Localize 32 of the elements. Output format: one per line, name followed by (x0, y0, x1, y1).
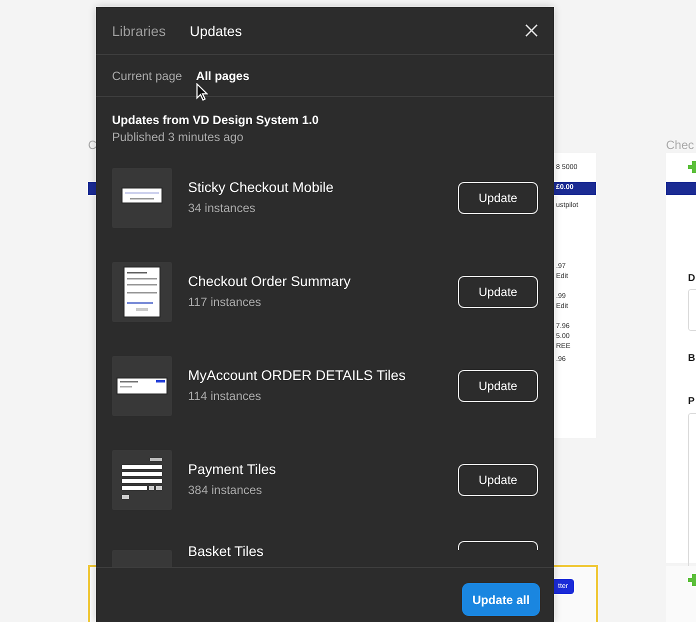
component-thumbnail (112, 262, 172, 322)
component-name: Basket Tiles (188, 543, 264, 559)
frame-title: C (88, 138, 97, 152)
component-name: Payment Tiles (188, 461, 277, 477)
instance-count: 114 instances (188, 389, 262, 403)
instance-count: 117 instances (188, 295, 262, 309)
frame-heading: B (688, 353, 696, 364)
cursor-icon (196, 83, 208, 101)
tab[interactable]: Updates (190, 22, 242, 38)
tab[interactable]: Current page (112, 68, 182, 82)
update-button[interactable] (458, 541, 538, 550)
update-button[interactable]: Update (458, 182, 538, 214)
component-thumbnail (112, 450, 172, 510)
tab[interactable]: All pages (196, 68, 250, 82)
frame-heading: D (688, 273, 696, 284)
frame-heading: P (688, 396, 695, 407)
instance-count: 384 instances (188, 483, 264, 497)
published-text: Published 3 minutes ago (112, 130, 244, 144)
component-name: Checkout Order Summary (188, 273, 352, 289)
close-icon[interactable] (525, 24, 538, 37)
update-button[interactable]: Update (458, 370, 538, 402)
component-name: Sticky Checkout Mobile (188, 179, 335, 195)
update-button[interactable]: Update (458, 276, 538, 308)
instance-count: 34 instances (188, 201, 256, 215)
component-thumbnail (112, 356, 172, 416)
frame-title: Chec (666, 138, 694, 152)
component-thumbnail (112, 168, 172, 228)
update-all-button[interactable]: Update all (462, 583, 540, 616)
tab[interactable]: Libraries (112, 22, 166, 38)
section-title: Updates from VD Design System 1.0 (112, 113, 320, 127)
update-button[interactable]: Update (458, 464, 538, 496)
component-name: MyAccount ORDER DETAILS Tiles (188, 367, 407, 383)
